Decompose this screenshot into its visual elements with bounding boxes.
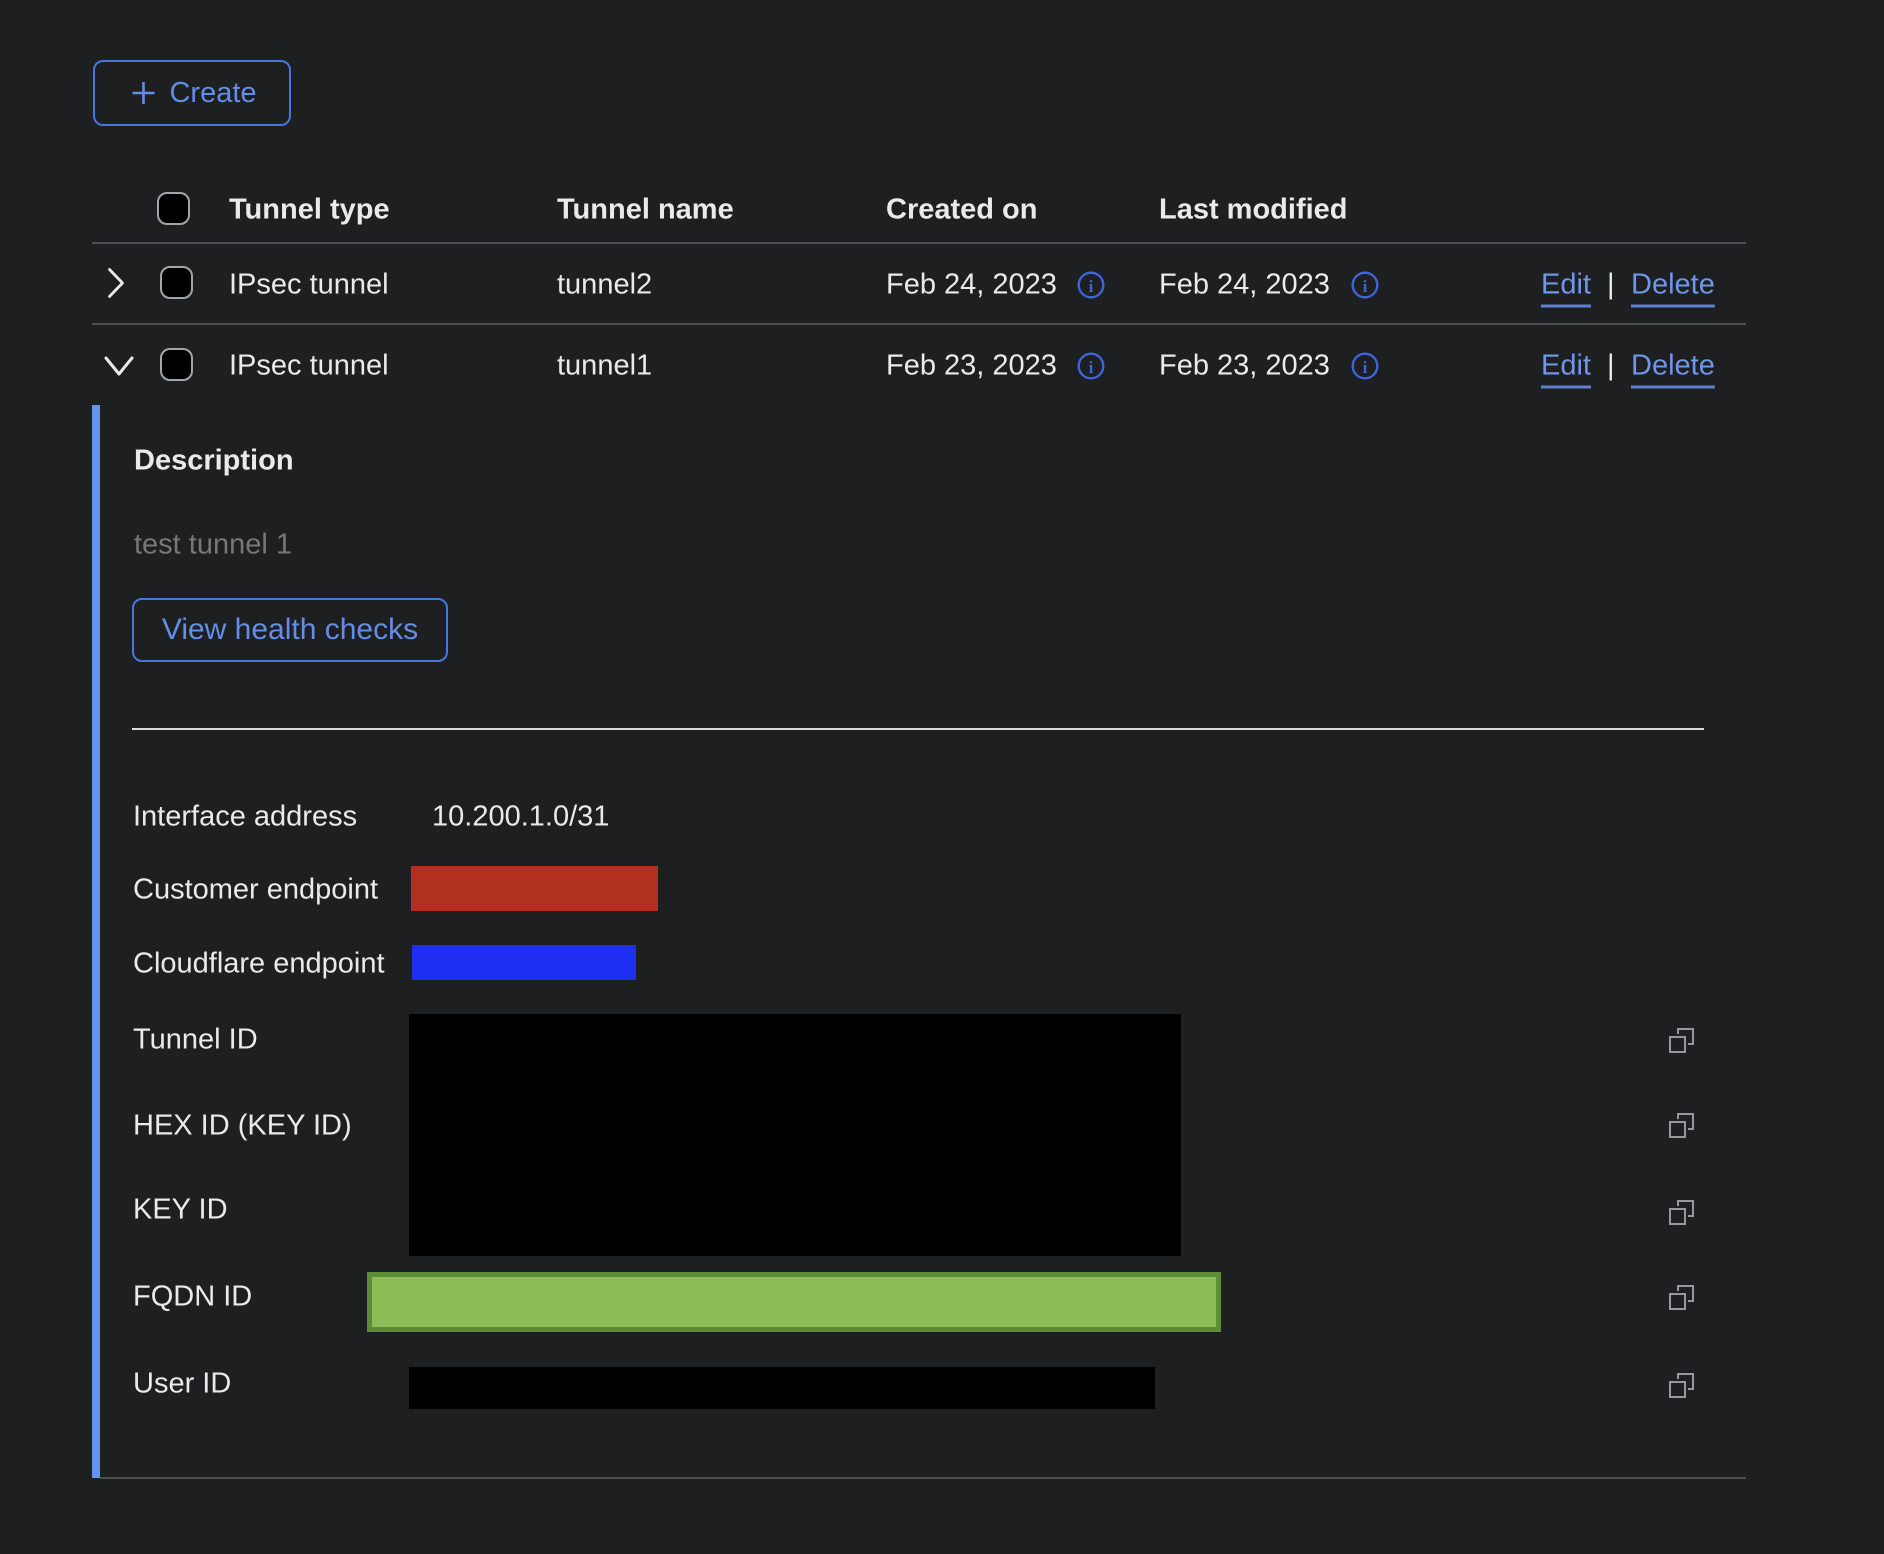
svg-text:i: i bbox=[1089, 358, 1094, 377]
svg-text:i: i bbox=[1363, 277, 1368, 296]
svg-text:i: i bbox=[1363, 358, 1368, 377]
svg-text:i: i bbox=[1089, 277, 1094, 296]
